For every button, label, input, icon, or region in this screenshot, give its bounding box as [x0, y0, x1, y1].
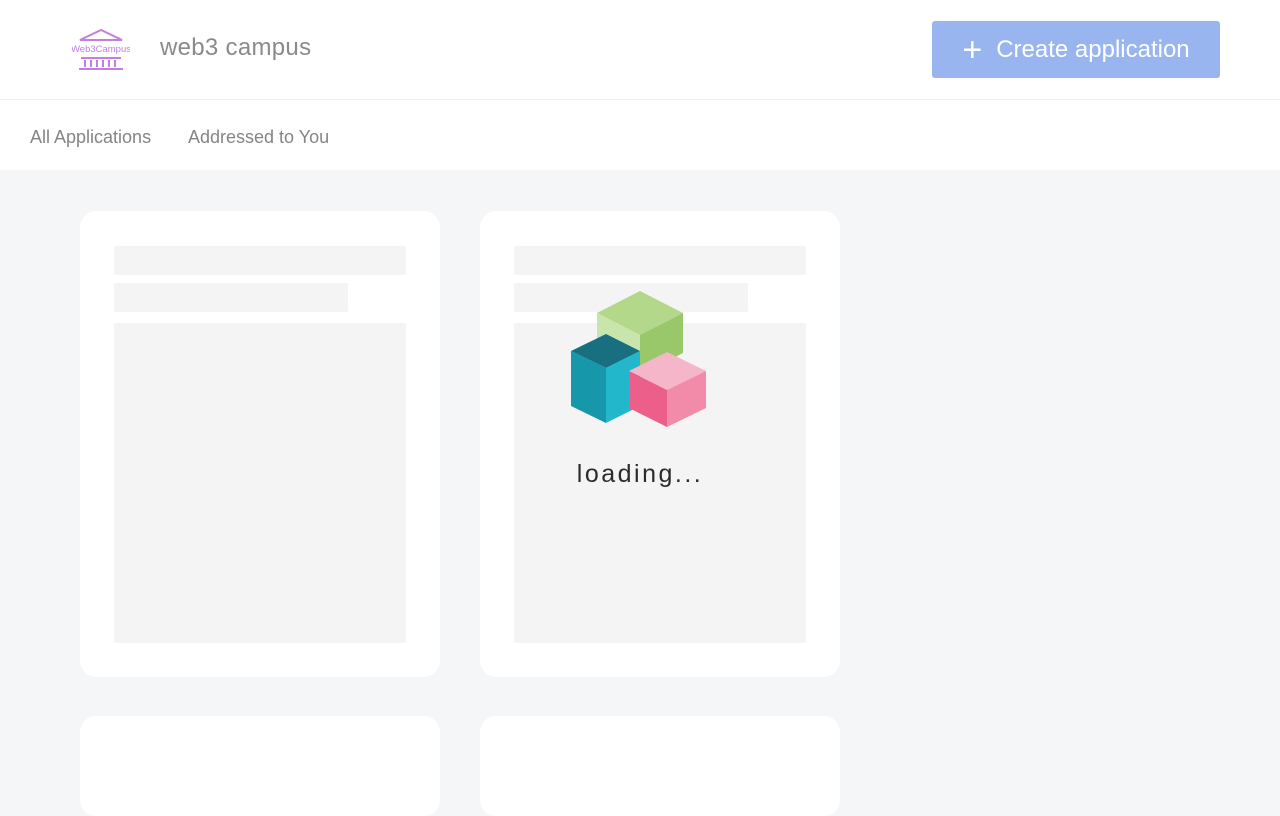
loading-text: loading...: [576, 460, 704, 488]
create-application-button[interactable]: + Create application: [932, 21, 1220, 78]
skeleton-title: [114, 246, 406, 275]
tab-addressed-to-you[interactable]: Addressed to You: [188, 127, 329, 148]
cubes-icon: [560, 285, 720, 435]
application-card-skeleton: [80, 211, 440, 677]
plus-icon: +: [962, 30, 983, 69]
app-header: Web3Campus web3 campus + Create applicat…: [0, 0, 1280, 100]
skeleton-body: [114, 323, 406, 643]
create-application-label: Create application: [996, 35, 1190, 63]
application-card-skeleton: [480, 716, 840, 816]
skeleton-title: [514, 246, 806, 275]
application-tabs: All Applications Addressed to You: [0, 100, 1280, 170]
svg-text:Web3Campus: Web3Campus: [72, 44, 130, 55]
brand-name: web3 campus: [160, 34, 312, 61]
skeleton-subtitle: [114, 283, 348, 312]
tab-all-applications[interactable]: All Applications: [30, 127, 151, 148]
application-card-skeleton: [480, 211, 840, 677]
application-card-skeleton: [80, 716, 440, 816]
web3campus-logo[interactable]: Web3Campus: [71, 26, 131, 74]
logo-icon: Web3Campus: [71, 28, 131, 70]
